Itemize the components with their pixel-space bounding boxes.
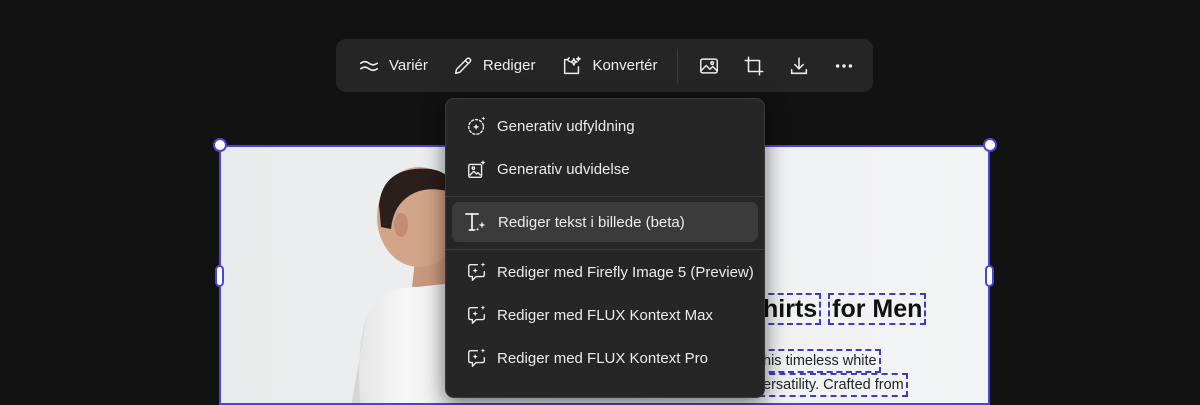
vary-button[interactable]: Variér [348,39,438,92]
menu-item-generative-expand[interactable]: Generativ udvidelse [452,149,758,189]
convert-button[interactable]: Konvertér [551,39,667,92]
menu-divider [446,249,764,250]
menu-item-label: Generativ udvidelse [497,160,630,178]
menu-item-label: Rediger med FLUX Kontext Max [497,306,713,324]
download-button[interactable] [776,39,821,92]
resize-handle-top-left[interactable] [213,138,227,152]
menu-item-label: Rediger med Firefly Image 5 (Preview) [497,263,754,281]
convert-label: Konvertér [592,57,658,74]
chat-sparkle-icon [468,348,486,367]
menu-item-label: Generativ udfyldning [497,117,635,135]
menu-item-edit-text-in-image[interactable]: Rediger tekst i billede (beta) [452,202,758,242]
image-icon [700,57,718,74]
more-icon [835,63,853,68]
resize-handle-right[interactable] [985,265,994,287]
resize-handle-left[interactable] [215,265,224,287]
image-toolbar: Variér Rediger Konvertér [336,39,873,92]
generative-expand-icon [468,159,486,178]
image-button[interactable] [686,39,731,92]
heading-text-box-1[interactable]: hirts [759,293,822,325]
pencil-icon [454,56,472,74]
edit-dropdown-menu: Generativ udfyldning Generativ udvidelse… [445,98,765,398]
chat-sparkle-icon [468,305,486,324]
resize-handle-top-right[interactable] [983,138,997,152]
download-icon [790,56,808,74]
menu-item-label: Rediger med FLUX Kontext Pro [497,349,708,367]
menu-item-firefly-image-5[interactable]: Rediger med Firefly Image 5 (Preview) [452,252,758,292]
paragraph-line-2[interactable]: ersatility. Crafted from [759,373,908,397]
image-heading-text[interactable]: hirts for Men [759,293,927,325]
edit-label: Rediger [482,57,536,74]
edit-button[interactable]: Rediger [442,39,546,92]
menu-divider [446,196,764,197]
image-paragraph-text[interactable]: his timeless white ersatility. Crafted f… [759,349,908,397]
convert-icon [564,56,582,74]
crop-icon [744,56,764,75]
paragraph-line-1[interactable]: his timeless white [759,349,881,373]
menu-item-label: Rediger tekst i billede (beta) [498,213,685,231]
crop-button[interactable] [731,39,776,92]
heading-text-box-2[interactable]: for Men [828,293,927,325]
generative-fill-icon [468,116,486,135]
toolbar-divider [677,48,679,83]
menu-item-flux-kontext-max[interactable]: Rediger med FLUX Kontext Max [452,295,758,335]
menu-item-generative-fill[interactable]: Generativ udfyldning [452,106,758,146]
text-edit-icon [465,213,486,232]
wave-icon [359,60,379,71]
chat-sparkle-icon [468,262,486,281]
vary-label: Variér [389,57,428,74]
menu-item-flux-kontext-pro[interactable]: Rediger med FLUX Kontext Pro [452,338,758,378]
more-options-button[interactable] [821,39,866,92]
